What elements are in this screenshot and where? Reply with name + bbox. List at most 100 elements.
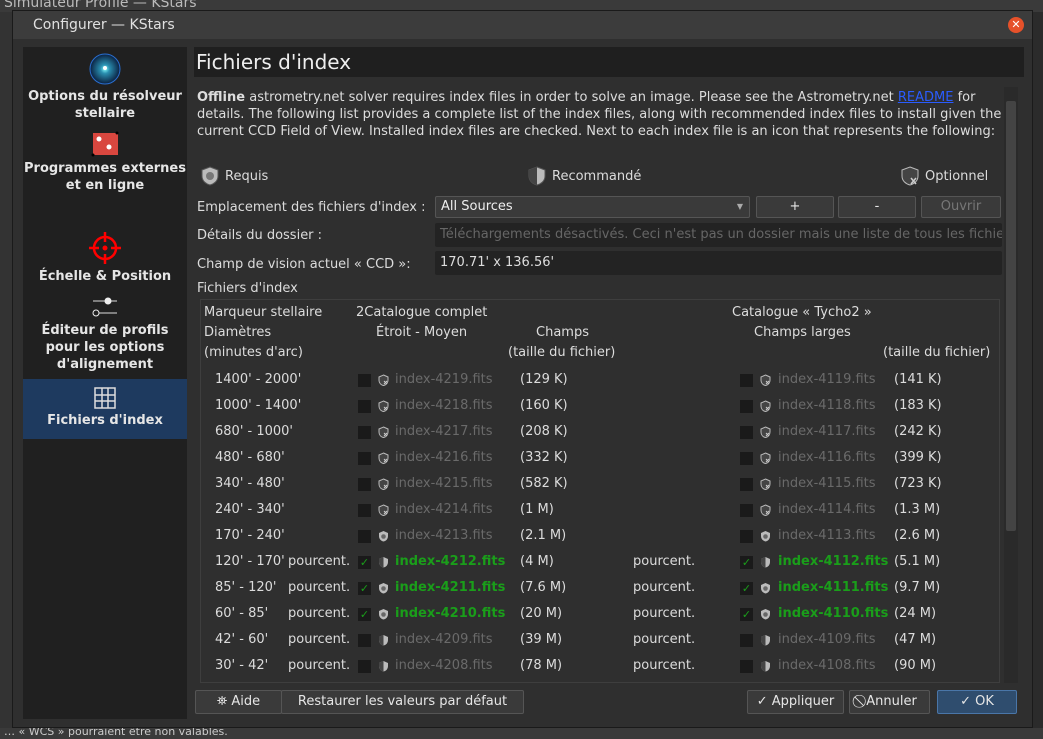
- sidebar-item-solver-options[interactable]: Options du résolveur stellaire: [23, 53, 187, 122]
- checkbox-4100[interactable]: ✓: [740, 608, 753, 621]
- diameter-range: 60' - 85': [215, 606, 269, 621]
- checkbox-4100[interactable]: [740, 660, 753, 673]
- shield-recommended-icon: [761, 661, 770, 672]
- file-size-1: (129 K): [520, 372, 568, 387]
- shield-optional-icon: [378, 400, 389, 412]
- index-files-label: Fichiers d'index: [197, 281, 298, 296]
- cancel-button[interactable]: ⃠ Annuler: [849, 690, 930, 714]
- checkbox-4100[interactable]: ✓: [740, 582, 753, 595]
- restore-defaults-button[interactable]: Restaurer les valeurs par défaut: [281, 690, 524, 714]
- apply-button[interactable]: ✓ Appliquer: [747, 690, 844, 714]
- help-button[interactable]: ⛯ Aide: [195, 690, 282, 714]
- index-file-4200: index-4212.fits: [395, 554, 506, 569]
- checkbox-4100[interactable]: [740, 478, 753, 491]
- checkbox-4200[interactable]: ✓: [358, 582, 371, 595]
- index-file-4200: index-4213.fits: [395, 528, 493, 543]
- legend-recommended: Recommandé: [528, 166, 641, 186]
- sidebar-item-external-programs[interactable]: Programmes externes et en ligne: [23, 131, 187, 194]
- shield-optional-icon: [378, 374, 389, 386]
- file-size-1: (160 K): [520, 398, 568, 413]
- checkbox-4100[interactable]: [740, 634, 753, 647]
- fov-field: 170.71' x 136.56': [435, 251, 1002, 275]
- index-file-4200: index-4208.fits: [395, 658, 493, 673]
- sidebar-item-label: Échelle & Position: [38, 269, 172, 284]
- index-file-4200: index-4217.fits: [395, 424, 493, 439]
- sidebar: Options du résolveur stellaire Programme…: [23, 47, 187, 719]
- shield-required-icon: [379, 583, 388, 594]
- file-size-2: (399 K): [894, 450, 942, 465]
- window-title: Configurer — KStars: [33, 17, 175, 33]
- checkbox-4200[interactable]: [358, 530, 371, 543]
- sidebar-item-label: Fichiers d'index: [47, 413, 163, 428]
- background-status: … « WCS » pourraient être non valables.: [0, 728, 1043, 739]
- checkbox-4200[interactable]: [358, 660, 371, 673]
- checkbox-4100[interactable]: [740, 452, 753, 465]
- star-field-icon: [89, 53, 121, 85]
- legend-label: Requis: [225, 168, 269, 184]
- diameter-range: 340' - 480': [215, 476, 285, 491]
- dice-icon: [91, 131, 119, 157]
- diameter-range: 85' - 120': [215, 580, 277, 595]
- header-narrow: Étroit - Moyen: [376, 325, 468, 340]
- shield-optional-icon: [901, 166, 919, 186]
- checkbox-4200[interactable]: [358, 426, 371, 439]
- shield-optional-icon: [760, 374, 771, 386]
- percent-2: pourcent.: [633, 580, 696, 595]
- page-title: Fichiers d'index: [194, 47, 1024, 77]
- checkbox-4200[interactable]: [358, 634, 371, 647]
- file-size-2: (242 K): [894, 424, 942, 439]
- file-size-1: (39 M): [520, 632, 563, 647]
- percent-2: pourcent.: [633, 554, 696, 569]
- readme-link[interactable]: README: [898, 90, 954, 105]
- open-button[interactable]: Ouvrir: [921, 196, 1001, 218]
- checkbox-4100[interactable]: [740, 504, 753, 517]
- percent-1: pourcent.: [288, 606, 351, 621]
- diameter-range: 42' - 60': [215, 632, 269, 647]
- header-wide: Champs larges: [754, 325, 851, 340]
- sidebar-item-label: Éditeur de profils pour les options d'al…: [41, 323, 169, 372]
- checkbox-4200[interactable]: ✓: [358, 556, 371, 569]
- legend-label: Optionnel: [925, 168, 989, 184]
- shield-required-icon: [379, 609, 388, 620]
- percent-2: pourcent.: [633, 632, 696, 647]
- shield-required-icon: [201, 166, 219, 186]
- shield-required-icon: [761, 609, 770, 620]
- grid-icon: [94, 387, 116, 409]
- sidebar-item-index-files[interactable]: Fichiers d'index: [23, 379, 187, 439]
- remove-button[interactable]: -: [838, 196, 916, 218]
- location-label: Emplacement des fichiers d'index :: [197, 200, 426, 215]
- checkbox-4100[interactable]: [740, 374, 753, 387]
- description: Offline astrometry.net solver requires i…: [197, 89, 1005, 140]
- sidebar-item-scale-position[interactable]: Échelle & Position: [23, 231, 187, 285]
- sidebar-item-label: Programmes externes et en ligne: [24, 161, 186, 193]
- index-file-4100: index-4119.fits: [778, 372, 876, 387]
- checkbox-4100[interactable]: [740, 530, 753, 543]
- checkbox-4200[interactable]: [358, 374, 371, 387]
- scrollbar-thumb[interactable]: [1006, 101, 1016, 531]
- checkbox-4200[interactable]: [358, 478, 371, 491]
- checkbox-4100[interactable]: ✓: [740, 556, 753, 569]
- index-file-4100: index-4118.fits: [778, 398, 876, 413]
- description-text: astrometry.net solver requires index fil…: [245, 90, 898, 105]
- checkbox-4200[interactable]: [358, 400, 371, 413]
- index-file-4100: index-4116.fits: [778, 450, 876, 465]
- file-size-1: (332 K): [520, 450, 568, 465]
- close-icon[interactable]: ✕: [1008, 17, 1024, 33]
- file-size-2: (2.6 M): [894, 528, 941, 543]
- checkbox-4200[interactable]: [358, 504, 371, 517]
- shield-optional-icon: [760, 478, 771, 490]
- diameter-range: 240' - 340': [215, 502, 285, 517]
- checkbox-4200[interactable]: ✓: [358, 608, 371, 621]
- shield-optional-icon: [378, 452, 389, 464]
- file-size-1: (208 K): [520, 424, 568, 439]
- checkbox-4100[interactable]: [740, 426, 753, 439]
- checkbox-4100[interactable]: [740, 400, 753, 413]
- scrollbar[interactable]: [1004, 87, 1018, 683]
- sidebar-item-profile-editor[interactable]: Éditeur de profils pour les options d'al…: [23, 295, 187, 373]
- diameter-range: 170' - 240': [215, 528, 285, 543]
- ok-button[interactable]: ✓ OK: [937, 690, 1017, 714]
- location-select[interactable]: All Sources ▼: [435, 196, 750, 218]
- add-button[interactable]: +: [756, 196, 834, 218]
- index-file-4100: index-4110.fits: [778, 606, 889, 621]
- checkbox-4200[interactable]: [358, 452, 371, 465]
